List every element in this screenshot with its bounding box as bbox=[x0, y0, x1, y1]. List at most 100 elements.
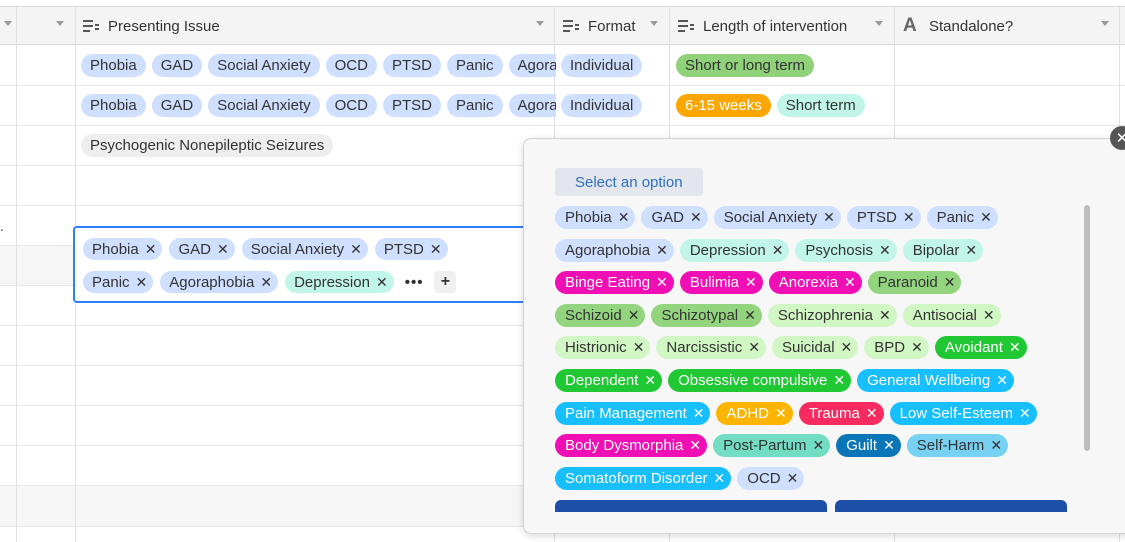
header-presenting-issue[interactable]: Presenting Issue bbox=[82, 7, 554, 45]
option-pill[interactable]: Paranoid ✕ bbox=[867, 271, 962, 295]
header-format[interactable]: Format bbox=[562, 7, 668, 45]
option-pill[interactable]: Low Self-Esteem ✕ bbox=[889, 401, 1037, 425]
remove-option-icon[interactable]: ✕ bbox=[879, 307, 891, 324]
add-option-button[interactable]: + bbox=[434, 271, 457, 293]
option-pill[interactable]: ADHD ✕ bbox=[716, 401, 793, 425]
option-pill[interactable]: Antisocial ✕ bbox=[902, 303, 1001, 327]
select-option-header[interactable]: Select an option bbox=[555, 168, 703, 196]
option-pill[interactable]: General Wellbeing ✕ bbox=[857, 369, 1014, 392]
cell-presenting-issue[interactable]: Phobia GAD Social Anxiety OCD PTSD Panic… bbox=[81, 54, 556, 77]
option-pill[interactable]: Schizophrenia ✕ bbox=[767, 303, 897, 327]
option-pill[interactable]: Phobia ✕ bbox=[555, 206, 636, 229]
option-pill[interactable]: Suicidal ✕ bbox=[772, 336, 859, 360]
option-pill[interactable]: Binge Eating ✕ bbox=[555, 271, 674, 295]
option-pill[interactable]: GAD ✕ bbox=[641, 206, 708, 229]
option-pill[interactable]: Trauma ✕ bbox=[798, 401, 884, 425]
remove-option-icon[interactable]: ✕ bbox=[833, 372, 845, 389]
more-options-button[interactable]: ••• bbox=[401, 274, 428, 291]
scrollbar[interactable] bbox=[1084, 205, 1090, 451]
option-pill[interactable]: Schizotypal ✕ bbox=[651, 303, 762, 327]
option-pill[interactable]: Self-Harm ✕ bbox=[906, 434, 1009, 458]
remove-option-icon[interactable]: ✕ bbox=[879, 242, 891, 259]
option-pill[interactable]: Psychosis ✕ bbox=[795, 238, 897, 262]
remove-chip-icon[interactable]: ✕ bbox=[145, 241, 157, 258]
remove-option-icon[interactable]: ✕ bbox=[748, 339, 760, 356]
remove-option-icon[interactable]: ✕ bbox=[841, 339, 853, 356]
option-pill[interactable]: BPD ✕ bbox=[864, 336, 929, 360]
option-pill[interactable]: Narcissistic ✕ bbox=[656, 336, 766, 360]
remove-option-icon[interactable]: ✕ bbox=[714, 470, 726, 487]
remove-option-icon[interactable]: ✕ bbox=[866, 405, 878, 422]
option-pill[interactable]: PTSD ✕ bbox=[846, 206, 921, 229]
multiselect-cell-editor[interactable]: Phobia ✕ GAD ✕ Social Anxiety ✕ PTSD ✕ Panic… bbox=[73, 226, 543, 303]
option-pill[interactable]: OCD ✕ bbox=[737, 466, 805, 490]
remove-option-icon[interactable]: ✕ bbox=[693, 405, 705, 422]
remove-option-icon[interactable]: ✕ bbox=[744, 307, 756, 324]
header-length[interactable]: Length of intervention bbox=[677, 7, 893, 45]
option-pill[interactable]: Agoraphobia ✕ bbox=[555, 238, 674, 262]
remove-chip-icon[interactable]: ✕ bbox=[376, 274, 388, 291]
remove-option-icon[interactable]: ✕ bbox=[823, 209, 835, 226]
header-standalone[interactable]: A Standalone? bbox=[903, 7, 1119, 45]
option-pill[interactable]: Bipolar ✕ bbox=[902, 238, 984, 262]
remove-option-icon[interactable]: ✕ bbox=[745, 274, 757, 291]
remove-option-icon[interactable]: ✕ bbox=[911, 339, 923, 356]
option-pill[interactable]: Guilt ✕ bbox=[836, 434, 901, 458]
remove-option-icon[interactable]: ✕ bbox=[1009, 339, 1021, 356]
remove-chip-icon[interactable]: ✕ bbox=[260, 274, 272, 291]
remove-chip-icon[interactable]: ✕ bbox=[136, 274, 148, 291]
cell-presenting-issue[interactable]: Psychogenic Nonepileptic Seizures bbox=[81, 134, 556, 157]
remove-option-icon[interactable]: ✕ bbox=[628, 307, 640, 324]
option-pill[interactable]: Social Anxiety ✕ bbox=[713, 206, 841, 229]
remove-option-icon[interactable]: ✕ bbox=[883, 437, 895, 454]
remove-option-icon[interactable]: ✕ bbox=[656, 274, 668, 291]
remove-option-icon[interactable]: ✕ bbox=[965, 242, 977, 259]
option-pill[interactable]: Panic ✕ bbox=[926, 206, 998, 229]
remove-chip-icon[interactable]: ✕ bbox=[217, 241, 229, 258]
remove-option-icon[interactable]: ✕ bbox=[772, 242, 784, 259]
remove-option-icon[interactable]: ✕ bbox=[990, 437, 1002, 454]
multiselect-icon bbox=[82, 17, 102, 35]
remove-chip-icon[interactable]: ✕ bbox=[350, 241, 362, 258]
partial-option[interactable] bbox=[835, 500, 1067, 512]
remove-option-icon[interactable]: ✕ bbox=[944, 274, 956, 291]
cell-length[interactable]: 6-15 weeks Short term bbox=[676, 94, 891, 117]
option-pill[interactable]: Histrionic ✕ bbox=[555, 336, 651, 360]
partial-option[interactable] bbox=[555, 500, 827, 512]
header-row-number[interactable] bbox=[0, 7, 16, 45]
option-pill[interactable]: Schizoid ✕ bbox=[555, 303, 646, 327]
remove-chip-icon[interactable]: ✕ bbox=[430, 241, 442, 258]
remove-option-icon[interactable]: ✕ bbox=[980, 209, 992, 226]
remove-option-icon[interactable]: ✕ bbox=[812, 437, 824, 454]
cell-format[interactable]: Individual bbox=[561, 54, 666, 77]
option-pill[interactable]: Somatoform Disorder ✕ bbox=[555, 466, 732, 490]
option-pill[interactable]: Post-Partum ✕ bbox=[713, 434, 831, 458]
cell-presenting-issue[interactable]: Phobia GAD Social Anxiety OCD PTSD Panic… bbox=[81, 94, 556, 117]
option-pill[interactable]: Body Dysmorphia ✕ bbox=[555, 434, 708, 458]
option-pill[interactable]: Bulimia ✕ bbox=[679, 271, 763, 295]
option-pill[interactable]: Depression ✕ bbox=[679, 238, 790, 262]
remove-option-icon[interactable]: ✕ bbox=[644, 372, 656, 389]
option-pill[interactable]: Anorexia ✕ bbox=[768, 271, 862, 295]
remove-option-icon[interactable]: ✕ bbox=[903, 209, 915, 226]
remove-option-icon[interactable]: ✕ bbox=[618, 209, 630, 226]
remove-option-icon[interactable]: ✕ bbox=[656, 242, 668, 259]
cell-length[interactable]: Short or long term bbox=[676, 54, 891, 77]
remove-option-icon[interactable]: ✕ bbox=[775, 405, 787, 422]
remove-option-icon[interactable]: ✕ bbox=[1019, 405, 1031, 422]
cell-format[interactable]: Individual bbox=[561, 94, 666, 117]
remove-option-icon[interactable]: ✕ bbox=[983, 307, 995, 324]
remove-option-icon[interactable]: ✕ bbox=[996, 372, 1008, 389]
option-pill[interactable]: Dependent ✕ bbox=[555, 369, 663, 392]
remove-option-icon[interactable]: ✕ bbox=[787, 470, 799, 487]
option-label: Schizotypal bbox=[661, 306, 739, 324]
remove-option-icon[interactable]: ✕ bbox=[844, 274, 856, 291]
option-pill[interactable]: Avoidant ✕ bbox=[934, 336, 1027, 360]
chevron-down-icon bbox=[650, 21, 658, 26]
remove-option-icon[interactable]: ✕ bbox=[689, 437, 701, 454]
option-pill[interactable]: Obsessive compulsive ✕ bbox=[668, 369, 852, 392]
remove-option-icon[interactable]: ✕ bbox=[633, 339, 645, 356]
header-previous-field[interactable] bbox=[16, 7, 74, 45]
remove-option-icon[interactable]: ✕ bbox=[690, 209, 702, 226]
option-pill[interactable]: Pain Management ✕ bbox=[555, 401, 711, 425]
